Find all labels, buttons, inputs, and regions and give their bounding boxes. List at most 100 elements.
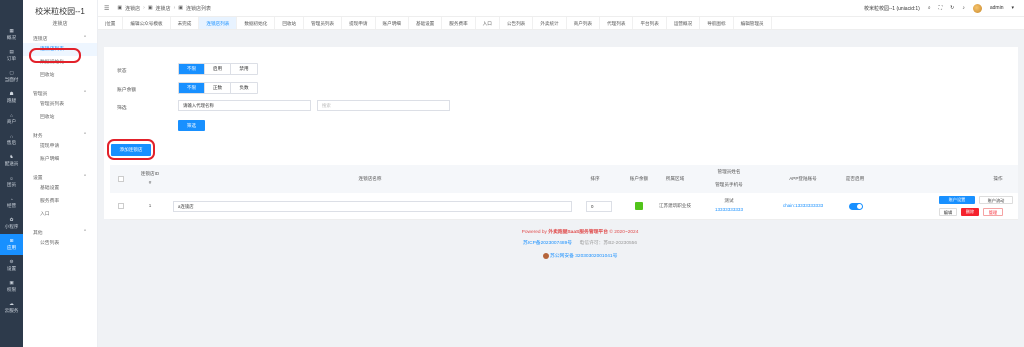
top-right-tools: 校米粒校园--1 (uniacid:1) ⌕ ⛶ ↻ ♪ admin ▾: [864, 3, 1014, 13]
menu-toggle-icon[interactable]: ☰: [104, 5, 109, 12]
rail-item[interactable]: ∩ 售后: [0, 129, 23, 150]
tab[interactable]: 连锁店列表: [199, 17, 238, 29]
agent-name-input[interactable]: 请输入代理名称: [178, 100, 311, 111]
balance-option-negative[interactable]: 负数: [231, 83, 257, 93]
rail-item-label: 经营: [6, 202, 17, 208]
rail-item[interactable]: ▣ 权限: [0, 276, 23, 297]
tab[interactable]: |位置: [98, 17, 124, 29]
row-admin-phone[interactable]: 13333333333: [706, 207, 752, 212]
sidebar-item[interactable]: 管理员列表: [23, 98, 97, 111]
icp-link[interactable]: 苏ICP备2023007489号: [523, 241, 572, 246]
chevron-up-icon: ⌃: [82, 229, 87, 235]
avatar[interactable]: [972, 3, 982, 13]
bell-icon[interactable]: ♪: [962, 5, 965, 11]
chevron-up-icon: ⌃: [82, 132, 87, 138]
tab[interactable]: 回收站: [275, 17, 305, 29]
sidebar-item[interactable]: 服务费率: [23, 195, 97, 208]
tab[interactable]: 服务费率: [442, 17, 476, 29]
sidebar-item[interactable]: 公告列表: [23, 237, 97, 250]
rail-item[interactable]: ◔ 经营: [0, 192, 23, 213]
filter-button[interactable]: 筛选: [178, 120, 205, 131]
sidebar-item[interactable]: 回收站: [23, 111, 97, 124]
row-name-input[interactable]: a连锁店: [173, 201, 572, 212]
rail-item[interactable]: ⚙ 设置: [0, 255, 23, 276]
balance-option-positive[interactable]: 正数: [205, 83, 231, 93]
rail-item[interactable]: ☁ 云服务: [0, 297, 23, 318]
account-flow-button[interactable]: 账户流动: [979, 196, 1013, 204]
footer-licenses: 苏ICP备2023007489号 电信许可：苏B2-20230556: [400, 239, 760, 246]
tab[interactable]: 导航图标: [700, 17, 734, 29]
row-sort-input[interactable]: 0: [586, 201, 612, 212]
school-switcher[interactable]: 校米粒校园--1 (uniacid:1): [864, 5, 920, 12]
sidebar-group[interactable]: 财务 ⌃: [23, 130, 97, 140]
search-label: 筛选: [117, 106, 127, 111]
delete-button[interactable]: 删除: [961, 208, 979, 216]
chevron-up-icon: ⌃: [82, 90, 87, 96]
rail-item[interactable]: ✿ 小程序: [0, 213, 23, 234]
tab[interactable]: 编辑公众号模板: [123, 17, 171, 29]
tab[interactable]: 平台列表: [633, 17, 667, 29]
sidebar-item[interactable]: 账户明细: [23, 153, 97, 166]
user-name[interactable]: admin: [990, 5, 1004, 11]
tab[interactable]: 代理列表: [600, 17, 634, 29]
tab[interactable]: 编辑管理员: [734, 17, 772, 29]
rail-item[interactable]: ♞ 配送员: [0, 150, 23, 171]
fullscreen-icon[interactable]: ⛶: [939, 5, 943, 11]
tab[interactable]: 基础设置: [409, 17, 443, 29]
tab[interactable]: 入口: [476, 17, 500, 29]
sidebar-item[interactable]: 入口: [23, 208, 97, 221]
rail-item[interactable]: ☺ 团员: [0, 171, 23, 192]
tab[interactable]: 管理员列表: [304, 17, 343, 29]
edit-button[interactable]: 编辑: [939, 208, 957, 216]
chevron-down-icon[interactable]: ▾: [1011, 5, 1014, 11]
rail-item[interactable]: ▢ 当面付: [0, 66, 23, 87]
status-option-enabled[interactable]: 启用: [205, 64, 231, 74]
sidebar-group[interactable]: 管理员 ⌃: [23, 88, 97, 98]
police-link[interactable]: 苏公网安备 32030302001041号: [550, 254, 617, 259]
sidebar-group[interactable]: 连锁店 ⌃: [23, 33, 97, 43]
sidebar-item[interactable]: 基础设置: [23, 182, 97, 195]
sidebar-item[interactable]: 回收站: [23, 69, 97, 82]
tab[interactable]: 未完成: [171, 17, 200, 29]
powered-brand[interactable]: 外卖跑腿SaaS服务管理平台: [548, 230, 608, 235]
tab[interactable]: 运营概况: [667, 17, 701, 29]
status-option-all[interactable]: 不限: [179, 64, 205, 74]
refresh-icon[interactable]: ↻: [950, 5, 954, 11]
rail-item[interactable]: ⊞ 应用: [0, 234, 23, 255]
rail-item[interactable]: ☗ 跑腿: [0, 87, 23, 108]
manage-button[interactable]: 管理: [983, 208, 1003, 216]
school-name: 校米粒校园--1: [35, 7, 85, 16]
table-header: 连锁店ID # 连锁店名称 排序 账户余额 所属区域 管理员姓名 管理员手机号 …: [110, 165, 1018, 193]
select-all-checkbox[interactable]: [118, 176, 124, 182]
tab[interactable]: 外卖统计: [533, 17, 567, 29]
balance-indicator: [635, 202, 643, 210]
tab[interactable]: 商户列表: [567, 17, 601, 29]
row-checkbox[interactable]: [118, 203, 124, 209]
tab[interactable]: 账户明细: [376, 17, 409, 29]
breadcrumb-item[interactable]: 连锁店: [125, 5, 140, 12]
tab[interactable]: 数据初始化: [237, 17, 276, 29]
tab[interactable]: 提现申请: [342, 17, 376, 29]
account-settings-button[interactable]: 账户设置: [939, 196, 975, 204]
rail-item[interactable]: ⌂ 商户: [0, 108, 23, 129]
tab[interactable]: 公告列表: [500, 17, 534, 29]
sidebar-group[interactable]: 设置 ⌃: [23, 172, 97, 182]
row-app-account[interactable]: chain:13333333333: [770, 203, 836, 208]
breadcrumb-item[interactable]: 连锁店: [156, 5, 171, 12]
balance-label: 账户余额: [117, 88, 137, 93]
row-admin-name: 测试: [724, 198, 734, 203]
keyword-input[interactable]: 搜索: [317, 100, 450, 111]
enabled-toggle[interactable]: [849, 203, 863, 210]
status-option-disabled[interactable]: 禁用: [231, 64, 257, 74]
shop-icon: ⌂: [10, 112, 13, 118]
sidebar-item[interactable]: 提现申请: [23, 140, 97, 153]
search-icon[interactable]: ⌕: [928, 5, 931, 11]
rail-item[interactable]: ▤ 订单: [0, 45, 23, 66]
status-label: 状态: [117, 69, 127, 74]
highlight-sidebar-item: [29, 48, 81, 63]
table-row: 1 a连锁店 0 江苏建筑职业技 测试 13333333333 chain:13…: [110, 193, 1018, 220]
rail-item-label: 售后: [6, 139, 17, 145]
balance-option-all[interactable]: 不限: [179, 83, 205, 93]
rail-item[interactable]: ▦ 概况: [0, 24, 23, 45]
sidebar-group[interactable]: 其他 ⌃: [23, 227, 97, 237]
